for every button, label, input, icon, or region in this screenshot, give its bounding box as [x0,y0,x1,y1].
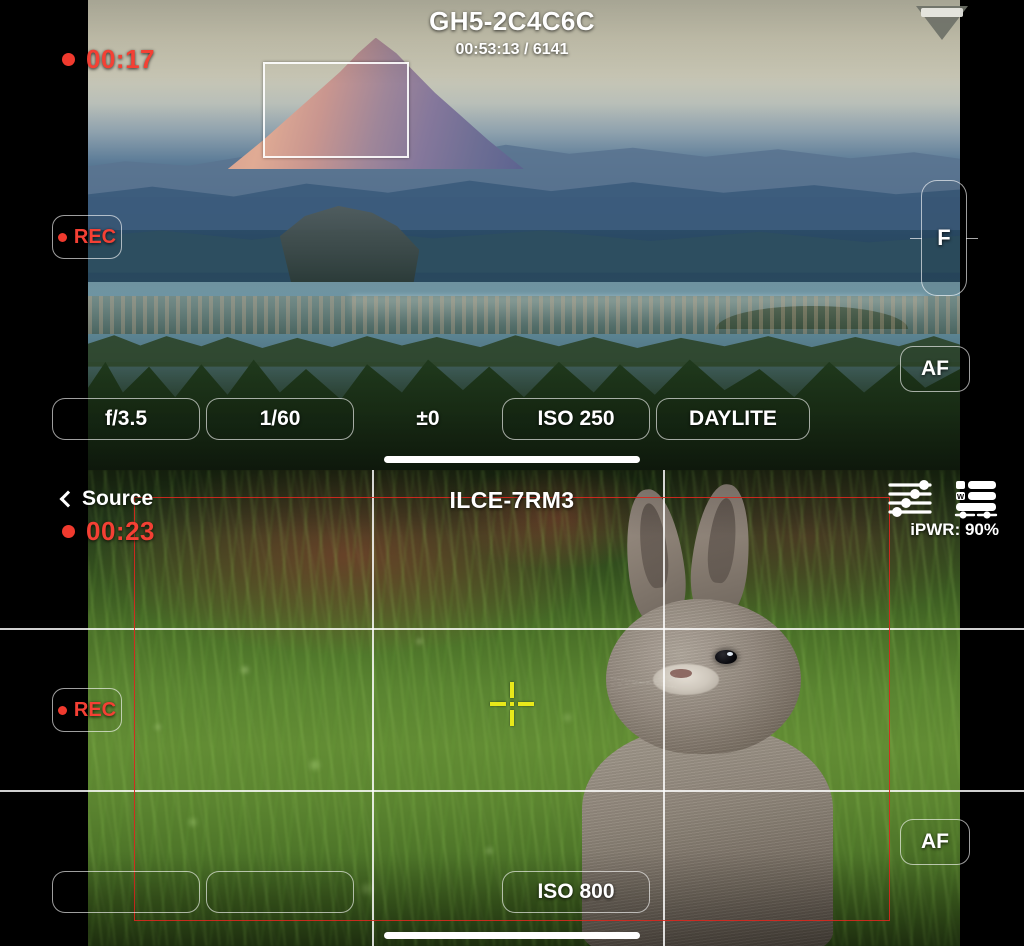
exposure-button-top[interactable]: ±0 [354,398,502,440]
record-button-bottom[interactable]: REC [52,688,122,732]
recording-time-bottom: 00:23 [86,516,155,546]
focus-tick-right [966,238,978,240]
shutter-label-top: 1/60 [259,407,301,430]
white-balance-glyph: W [957,492,965,501]
autofocus-button-top[interactable]: AF [900,346,970,392]
battery-triangle-icon[interactable] [916,6,968,40]
crosshair-arm-bottom [510,710,514,726]
record-button-label-top: REC [73,225,117,248]
townscape [88,296,960,334]
autofocus-label-top: AF [921,357,949,380]
white-balance-sliders-icon[interactable]: W [953,479,999,519]
aperture-label-top: f/3.5 [104,407,148,430]
camera-panel-top: GH5-2C4C6C 00:53:13 / 6141 00:17 REC F A… [0,0,1024,470]
crosshair-center [510,702,514,706]
recording-timer-bottom: 00:23 [62,516,155,547]
levels-sliders-icon[interactable] [887,479,933,519]
recording-dot-icon-bottom [62,525,75,538]
autofocus-button-bottom[interactable]: AF [900,819,970,865]
crosshair-arm-right [518,702,534,706]
focus-slider-top[interactable]: F [910,180,978,296]
camera-title-block-bottom: ILCE-7RM3 [0,487,1024,514]
control-bar-top: f/3.5 1/60 ±0 ISO 250 DAYLITE [52,398,810,440]
iso-button-bottom[interactable]: ISO 800 [502,871,650,913]
white-balance-label-top: DAYLITE [689,407,777,430]
camera-panel-bottom: Source ILCE-7RM3 00:23 W iPWR: 90% REC A… [0,470,1024,946]
autofocus-label-bottom: AF [921,830,949,853]
exposure-button-bottom[interactable] [354,871,502,913]
power-status-label: iPWR: 90% [910,520,999,539]
record-button-label-bottom: REC [73,698,117,721]
control-bar-bottom: ISO 800 [52,871,650,913]
home-indicator-top[interactable] [384,456,640,463]
exposure-label-top: ±0 [416,407,440,430]
home-indicator-bottom[interactable] [384,932,640,939]
recording-dot-icon [62,53,75,66]
recording-timer-top: 00:17 [62,44,155,75]
iso-label-top: ISO 250 [537,407,615,430]
iso-button-top[interactable]: ISO 250 [502,398,650,440]
iso-label-bottom: ISO 800 [537,880,615,903]
camera-name-bottom: ILCE-7RM3 [449,487,575,513]
camera-monitor-app: GH5-2C4C6C 00:53:13 / 6141 00:17 REC F A… [0,0,1024,946]
crosshair-arm-left [490,702,506,706]
focus-tick-left [910,238,922,240]
settings-icon-group: W [887,479,999,519]
white-balance-button-top[interactable]: DAYLITE [656,398,810,440]
focus-slider-label-top: F [937,225,951,250]
shutter-button-bottom[interactable] [206,871,354,913]
recording-time-top: 00:17 [86,44,155,74]
crosshair-arm-top [510,682,514,698]
aperture-button-bottom[interactable] [52,871,200,913]
record-dot-icon [57,232,67,242]
focus-crosshair-icon[interactable] [490,682,534,726]
focus-area-box[interactable] [263,62,409,158]
record-dot-icon-bottom [57,705,67,715]
record-button-top[interactable]: REC [52,215,122,259]
aperture-button-top[interactable]: f/3.5 [52,398,200,440]
shutter-button-top[interactable]: 1/60 [206,398,354,440]
